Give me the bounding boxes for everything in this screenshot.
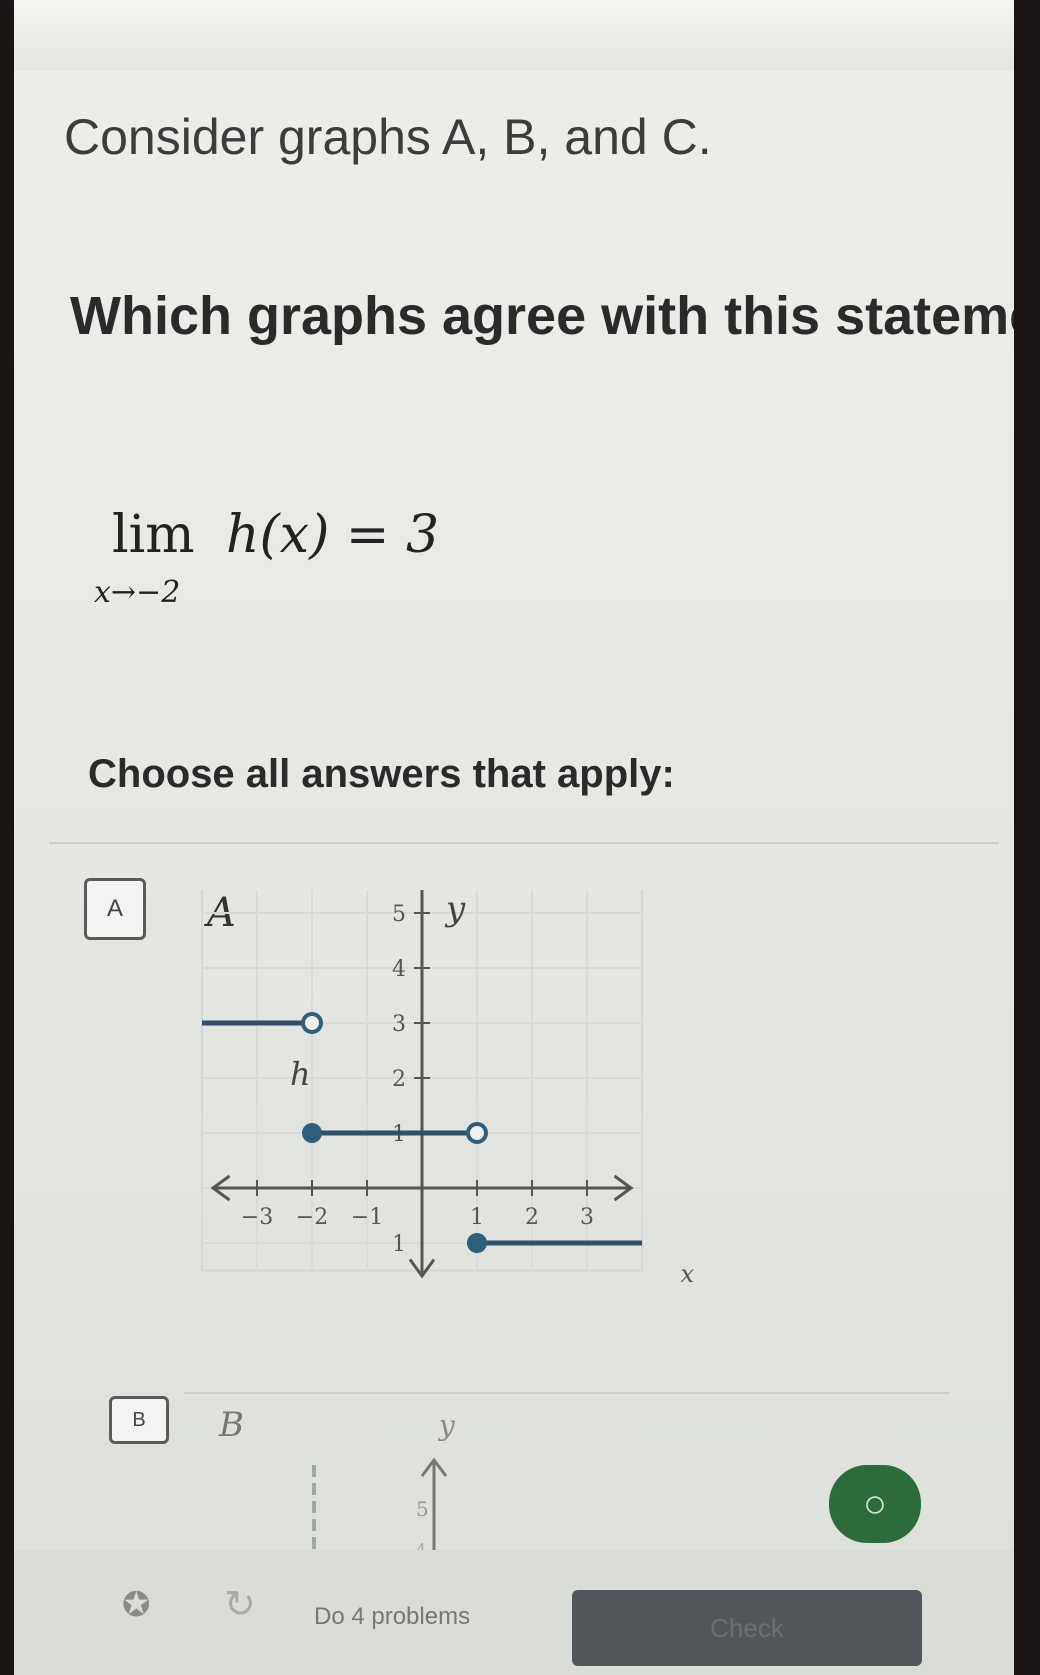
- question-intro: Consider graphs A, B, and C.: [64, 109, 712, 165]
- x-axis-label: x: [680, 1260, 694, 1288]
- axes: [210, 890, 634, 1279]
- graph-b: y 5 4: [312, 1409, 456, 1560]
- top-bar: [14, 0, 1014, 70]
- choice-b-checkbox[interactable]: B: [109, 1396, 169, 1444]
- answer-prompt: Choose all answers that apply:: [88, 752, 675, 796]
- streak-icon: ✪: [122, 1586, 151, 1624]
- y-tick-label: 3: [392, 1012, 406, 1037]
- do-problems-label: Do 4 problems: [314, 1603, 471, 1630]
- divider: [49, 842, 999, 844]
- graph-a: −3−2−1123543211 y x h: [201, 890, 694, 1288]
- x-tick-label: 2: [525, 1205, 539, 1230]
- question-text: Which graphs agree with this statement?: [70, 286, 1014, 346]
- hint-button[interactable]: ○: [829, 1465, 921, 1543]
- divider: [184, 1392, 949, 1394]
- open-dot: [301, 1012, 323, 1034]
- y-tick-label: 5: [392, 902, 406, 927]
- choice-a-checkbox[interactable]: A: [84, 878, 146, 940]
- y-tick-label: 1: [392, 1232, 406, 1257]
- check-button[interactable]: Check: [572, 1590, 922, 1666]
- y-axis-label: y: [444, 890, 466, 929]
- x-tick-label: −3: [241, 1205, 273, 1230]
- x-tick-label: −1: [351, 1205, 383, 1230]
- y-tick-label: 4: [392, 957, 406, 982]
- closed-dot: [467, 1233, 487, 1253]
- closed-dot: [302, 1123, 322, 1143]
- x-tick-label: 1: [470, 1205, 484, 1230]
- limit-subscript: x→−2: [94, 575, 181, 610]
- lightbulb-icon: ○: [862, 1482, 888, 1526]
- x-tick-label: 3: [580, 1205, 594, 1230]
- x-tick-label: −2: [296, 1205, 328, 1230]
- open-dot: [466, 1122, 488, 1144]
- limit-expression: h(x) = 3: [226, 505, 440, 565]
- tick-label: 5: [416, 1497, 429, 1521]
- function-label: h: [290, 1055, 311, 1093]
- retry-icon[interactable]: ↻: [224, 1582, 256, 1627]
- y-tick-label: 2: [392, 1067, 406, 1092]
- limit-operator: lim: [112, 505, 195, 565]
- app-screen: Consider graphs A, B, and C. Which graph…: [14, 0, 1014, 1675]
- y-axis-label: y: [437, 1409, 456, 1442]
